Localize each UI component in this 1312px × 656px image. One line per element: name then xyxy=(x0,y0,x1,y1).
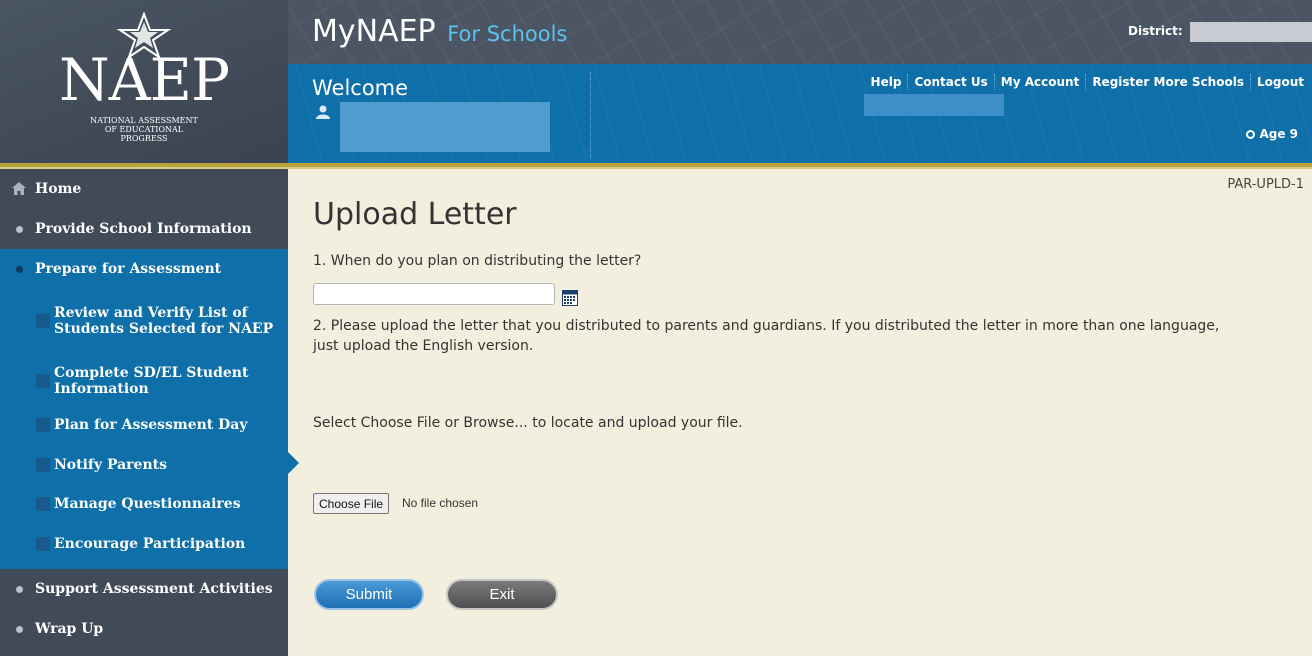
bullet-icon xyxy=(16,226,23,233)
sidebar-subitem-notify-parents[interactable]: Notify Parents xyxy=(0,453,288,477)
page-title: Upload Letter xyxy=(313,197,517,232)
age-label: Age 9 xyxy=(1259,127,1298,141)
logo-subtitle: NATIONAL ASSESSMENT OF EDUCATIONAL PROGR… xyxy=(0,116,288,143)
sidebar-subitem-label: Notify Parents xyxy=(54,457,167,473)
naep-logo[interactable]: NAEP NATIONAL ASSESSMENT OF EDUCATIONAL … xyxy=(0,0,288,163)
screen-id: PAR-UPLD-1 xyxy=(1227,177,1304,192)
square-bullet-icon xyxy=(36,458,50,472)
user-name-redacted xyxy=(340,102,550,152)
sidebar-item-label: Support Assessment Activities xyxy=(35,581,273,597)
app-brand: MyNAEP For Schools xyxy=(312,14,567,49)
main-content: PAR-UPLD-1 Upload Letter 1. When do you … xyxy=(288,171,1312,656)
sidebar-item-label: Prepare for Assessment xyxy=(35,261,222,277)
upload-instruction: Select Choose File or Browse... to locat… xyxy=(313,415,743,431)
register-more-schools-link[interactable]: Register More Schools xyxy=(1085,74,1250,90)
app-subtitle: For Schools xyxy=(447,22,568,46)
help-link[interactable]: Help xyxy=(865,74,908,90)
header-user-bar: Welcome Help Contact Us My Account Regis… xyxy=(288,64,1312,163)
welcome-text: Welcome xyxy=(312,76,409,100)
file-status: No file chosen xyxy=(402,496,479,510)
sidebar-nav: Home Provide School Information Prepare … xyxy=(0,169,288,656)
my-account-link[interactable]: My Account xyxy=(993,74,1086,90)
school-info-redacted xyxy=(864,94,1004,116)
sidebar-subitem-encourage-participation[interactable]: Encourage Participation xyxy=(0,532,288,556)
bullet-icon xyxy=(16,586,23,593)
sidebar-subitem-label: Review and Verify List of Students Selec… xyxy=(54,305,274,337)
sidebar-subitem-label: Complete SD/EL Student Information xyxy=(54,365,249,397)
header-top: MyNAEP For Schools District: xyxy=(288,0,1312,64)
bullet-icon xyxy=(16,266,23,273)
sidebar-subitem-complete-sd-el[interactable]: Complete SD/EL Student Information xyxy=(0,357,288,405)
square-bullet-icon xyxy=(36,497,50,511)
logo-subtitle-line2: OF EDUCATIONAL xyxy=(104,125,184,134)
user-icon xyxy=(316,105,330,119)
bullet-icon xyxy=(16,626,23,633)
choose-file-button[interactable]: Choose File xyxy=(313,493,390,514)
sidebar-item-provide-school-information[interactable]: Provide School Information xyxy=(0,209,288,249)
sidebar-subitem-label: Plan for Assessment Day xyxy=(54,417,248,433)
sidebar-item-support-assessment-activities[interactable]: Support Assessment Activities xyxy=(0,569,288,609)
sidebar-item-home[interactable]: Home xyxy=(0,169,288,209)
sidebar-subitem-label: Manage Questionnaires xyxy=(54,496,241,512)
header-nav: Help Contact Us My Account Register More… xyxy=(865,74,1310,90)
submit-button[interactable]: Submit xyxy=(314,579,424,610)
logo-subtitle-line3: PROGRESS xyxy=(120,134,168,143)
sidebar-item-label: Wrap Up xyxy=(35,621,104,637)
question-2-label: 2. Please upload the letter that you dis… xyxy=(313,318,1220,354)
logout-link[interactable]: Logout xyxy=(1249,74,1310,90)
square-bullet-icon xyxy=(36,314,50,328)
sidebar-item-label: Home xyxy=(35,181,82,197)
sidebar-subitem-plan-assessment-day[interactable]: Plan for Assessment Day xyxy=(0,413,288,437)
square-bullet-icon xyxy=(36,374,50,388)
sidebar-subitem-review-verify-list[interactable]: Review and Verify List of Students Selec… xyxy=(0,297,288,345)
age-selector[interactable]: Age 9 xyxy=(1246,127,1298,141)
header-divider xyxy=(590,72,591,158)
sidebar-subitem-manage-questionnaires[interactable]: Manage Questionnaires xyxy=(0,492,288,516)
calendar-icon[interactable] xyxy=(562,290,578,306)
sidebar-item-wrap-up[interactable]: Wrap Up xyxy=(0,609,288,649)
radio-icon xyxy=(1246,130,1256,139)
logo-subtitle-line1: NATIONAL ASSESSMENT xyxy=(90,116,198,125)
exit-button[interactable]: Exit xyxy=(446,579,558,610)
home-icon xyxy=(12,182,26,195)
distribution-date-input[interactable] xyxy=(313,283,555,305)
sidebar-subitem-label: Encourage Participation xyxy=(54,536,246,552)
sidebar-item-label: Provide School Information xyxy=(35,221,252,237)
logo-wordmark: NAEP xyxy=(59,46,230,114)
question-1-label: 1. When do you plan on distributing the … xyxy=(313,253,642,269)
app-title: MyNAEP xyxy=(312,14,436,49)
district-value-redacted xyxy=(1190,22,1312,42)
contact-us-link[interactable]: Contact Us xyxy=(907,74,993,90)
district-label: District: xyxy=(1128,24,1183,38)
square-bullet-icon xyxy=(36,418,50,432)
sidebar-item-prepare-for-assessment[interactable]: Prepare for Assessment xyxy=(0,249,288,289)
square-bullet-icon xyxy=(36,537,50,551)
